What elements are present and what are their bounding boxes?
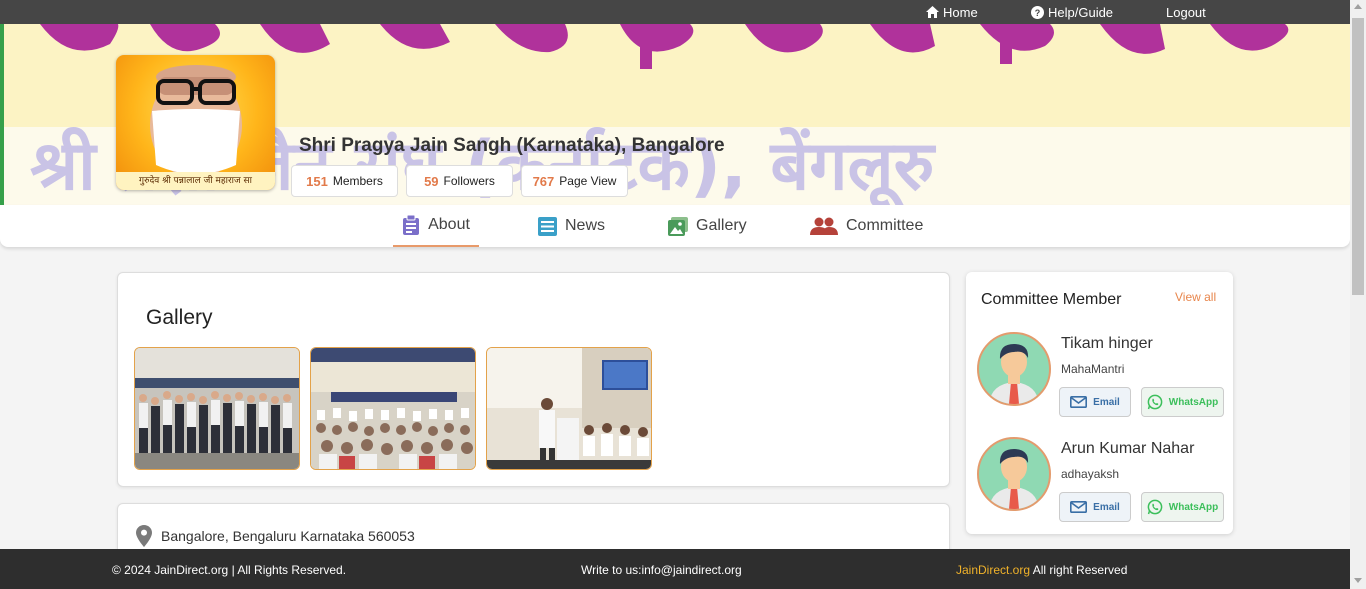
page-view-count: 767: [532, 173, 555, 189]
newspaper-icon: [538, 216, 557, 236]
tab-committee-label: Committee: [846, 217, 924, 234]
help-guide-label: Help/Guide: [1048, 4, 1114, 20]
email-button[interactable]: Email: [1059, 387, 1131, 417]
image-icon: [668, 216, 688, 236]
location-pin-icon: [136, 525, 152, 547]
committee-member-item: Arun Kumar Nahar adhayaksh Email WhatsAp…: [977, 435, 1227, 530]
email-icon: [1070, 396, 1088, 408]
top-navigation-bar: Home ? Help/Guide Logout: [0, 0, 1350, 24]
logout-link[interactable]: Logout: [1166, 0, 1206, 24]
page-view-label: Page View: [559, 174, 617, 188]
members-label: Members: [332, 174, 383, 188]
logout-label: Logout: [1166, 4, 1206, 20]
whatsapp-button-label: WhatsApp: [1168, 396, 1219, 408]
people-icon: [810, 217, 838, 235]
address-line: Bangalore, Bengaluru Karnataka 560053: [136, 525, 415, 547]
gallery-photo-2-image: [311, 348, 475, 469]
profile-tab-bar: About News Gallery Committee: [0, 205, 1350, 247]
organization-title: Shri Pragya Jain Sangh (Karnataka), Bang…: [299, 135, 725, 156]
page-footer: © 2024 JainDirect.org | All Rights Reser…: [0, 549, 1350, 589]
clipboard-icon: [403, 215, 420, 235]
page-scrollbar[interactable]: [1350, 0, 1366, 589]
member-avatar: [977, 437, 1051, 511]
scroll-up-arrow-icon[interactable]: [1354, 4, 1362, 9]
help-icon: ?: [1031, 5, 1044, 19]
committee-heading: Committee Member: [981, 291, 1122, 308]
member-role: MahaMantri: [1061, 362, 1125, 376]
tab-gallery-label: Gallery: [696, 217, 747, 234]
email-button-label: Email: [1093, 501, 1120, 513]
whatsapp-icon: [1147, 394, 1163, 410]
followers-label: Followers: [443, 174, 495, 188]
organization-profile-picture[interactable]: गुरुदेव श्री पन्नालाल जी महाराज सा: [116, 55, 275, 190]
gallery-card: Gallery: [117, 272, 950, 487]
home-icon: [926, 6, 939, 18]
member-name: Arun Kumar Nahar: [1061, 440, 1195, 457]
home-link[interactable]: Home: [926, 0, 978, 24]
profile-picture-caption: गुरुदेव श्री पन्नालाल जी महाराज सा: [116, 172, 275, 190]
member-avatar-image: [989, 449, 1039, 509]
footer-rights: JainDirect.org All right Reserved: [956, 563, 1127, 577]
tab-about[interactable]: About: [393, 205, 479, 247]
footer-copyright: © 2024 JainDirect.org | All Rights Reser…: [112, 563, 347, 577]
gallery-photo-3[interactable]: [486, 347, 652, 470]
tab-news[interactable]: News: [538, 205, 605, 247]
scrollbar-thumb[interactable]: [1352, 18, 1364, 295]
guru-portrait-image: [136, 65, 256, 190]
cover-edge-strip: [0, 24, 4, 205]
gallery-photo-1-image: [135, 348, 299, 469]
gallery-photo-3-image: [487, 348, 651, 469]
committee-member-item: Tikam hinger MahaMantri Email WhatsApp: [977, 330, 1227, 425]
whatsapp-button[interactable]: WhatsApp: [1141, 387, 1224, 417]
home-link-label: Home: [943, 4, 978, 20]
followers-stat[interactable]: 59 Followers: [406, 165, 513, 197]
members-count: 151: [306, 173, 328, 189]
scroll-down-arrow-icon[interactable]: [1354, 578, 1362, 583]
tab-committee[interactable]: Committee: [810, 205, 923, 247]
email-icon: [1070, 501, 1088, 513]
email-button-label: Email: [1093, 396, 1120, 408]
help-guide-link[interactable]: ? Help/Guide: [1031, 0, 1113, 24]
member-role: adhayaksh: [1061, 467, 1120, 481]
followers-count: 59: [424, 173, 439, 189]
svg-text:?: ?: [1035, 8, 1041, 18]
view-all-committee-link[interactable]: View all: [1175, 290, 1216, 304]
members-stat[interactable]: 151 Members: [291, 165, 398, 197]
whatsapp-icon: [1147, 499, 1163, 515]
tab-about-label: About: [428, 216, 470, 233]
footer-rights-text: All right Reserved: [1030, 563, 1128, 577]
member-avatar-image: [989, 344, 1039, 404]
gallery-photo-2[interactable]: [310, 347, 476, 470]
tab-news-label: News: [565, 217, 606, 234]
member-name: Tikam hinger: [1061, 335, 1153, 352]
footer-contact-link[interactable]: Write to us:info@jaindirect.org: [581, 563, 742, 577]
gallery-heading: Gallery: [146, 306, 213, 329]
address-text: Bangalore, Bengaluru Karnataka 560053: [161, 528, 415, 544]
page-view-stat: 767 Page View: [521, 165, 628, 197]
footer-brand-link[interactable]: JainDirect.org: [956, 563, 1030, 577]
tab-gallery[interactable]: Gallery: [668, 205, 747, 247]
gallery-photo-1[interactable]: [134, 347, 300, 470]
whatsapp-button-label: WhatsApp: [1168, 501, 1219, 513]
email-button[interactable]: Email: [1059, 492, 1131, 522]
committee-card: Committee Member View all Tikam hinger M…: [966, 272, 1233, 534]
whatsapp-button[interactable]: WhatsApp: [1141, 492, 1224, 522]
member-avatar: [977, 332, 1051, 406]
